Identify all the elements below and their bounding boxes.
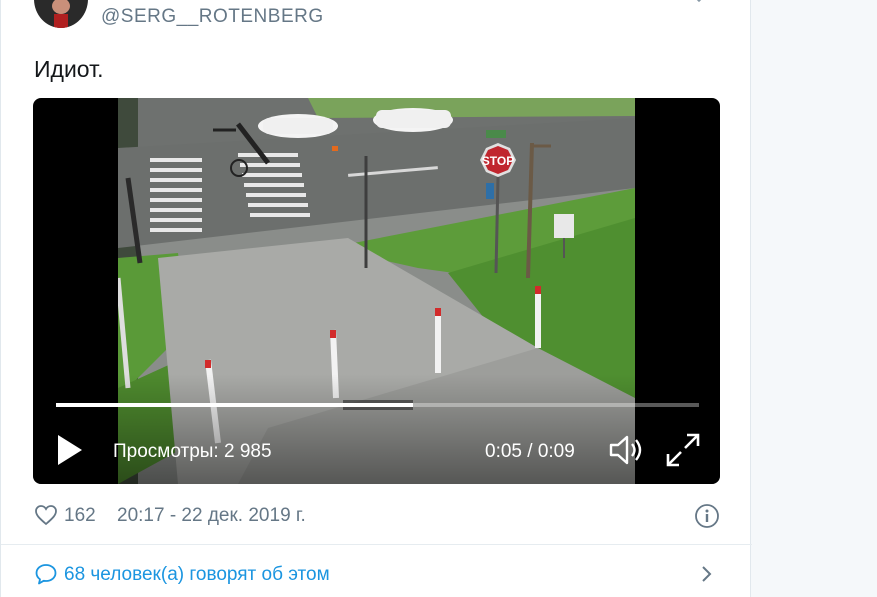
view-count: Просмотры: 2 985	[113, 441, 272, 462]
like-count[interactable]: 162	[64, 505, 96, 527]
user-handle[interactable]: @SERG__ROTENBERG	[101, 6, 324, 28]
tweet-card: @SERG__ROTENBERG Идиот. STOP Просмотры: …	[0, 0, 752, 597]
video-time: 0:05 / 0:09	[485, 441, 575, 462]
tweet-text: Идиот.	[34, 56, 104, 82]
progress-bar[interactable]	[56, 403, 699, 407]
speech-bubble-icon	[34, 562, 58, 586]
fullscreen-icon[interactable]	[665, 432, 701, 468]
heart-icon[interactable]	[34, 503, 58, 527]
info-icon[interactable]	[694, 503, 720, 529]
right-column-background	[751, 0, 877, 597]
tweet-timestamp[interactable]: 20:17 - 22 дек. 2019 г.	[117, 505, 306, 527]
volume-icon[interactable]	[607, 432, 649, 468]
tweet-meta: 162 20:17 - 22 дек. 2019 г.	[34, 503, 724, 529]
video-player[interactable]: STOP Просмотры: 2 985 0:05 / 0:09	[33, 98, 720, 484]
avatar[interactable]	[34, 0, 88, 28]
play-icon[interactable]	[55, 432, 85, 468]
progress-fill	[56, 403, 413, 407]
chevron-down-icon[interactable]	[693, 0, 705, 4]
chevron-right-icon	[698, 562, 716, 586]
stop-sign-text: STOP	[482, 154, 514, 168]
conversation-label: 68 человек(а) говорят об этом	[64, 564, 330, 585]
divider	[1, 544, 752, 545]
conversation-link[interactable]: 68 человек(а) говорят об этом	[34, 562, 724, 588]
